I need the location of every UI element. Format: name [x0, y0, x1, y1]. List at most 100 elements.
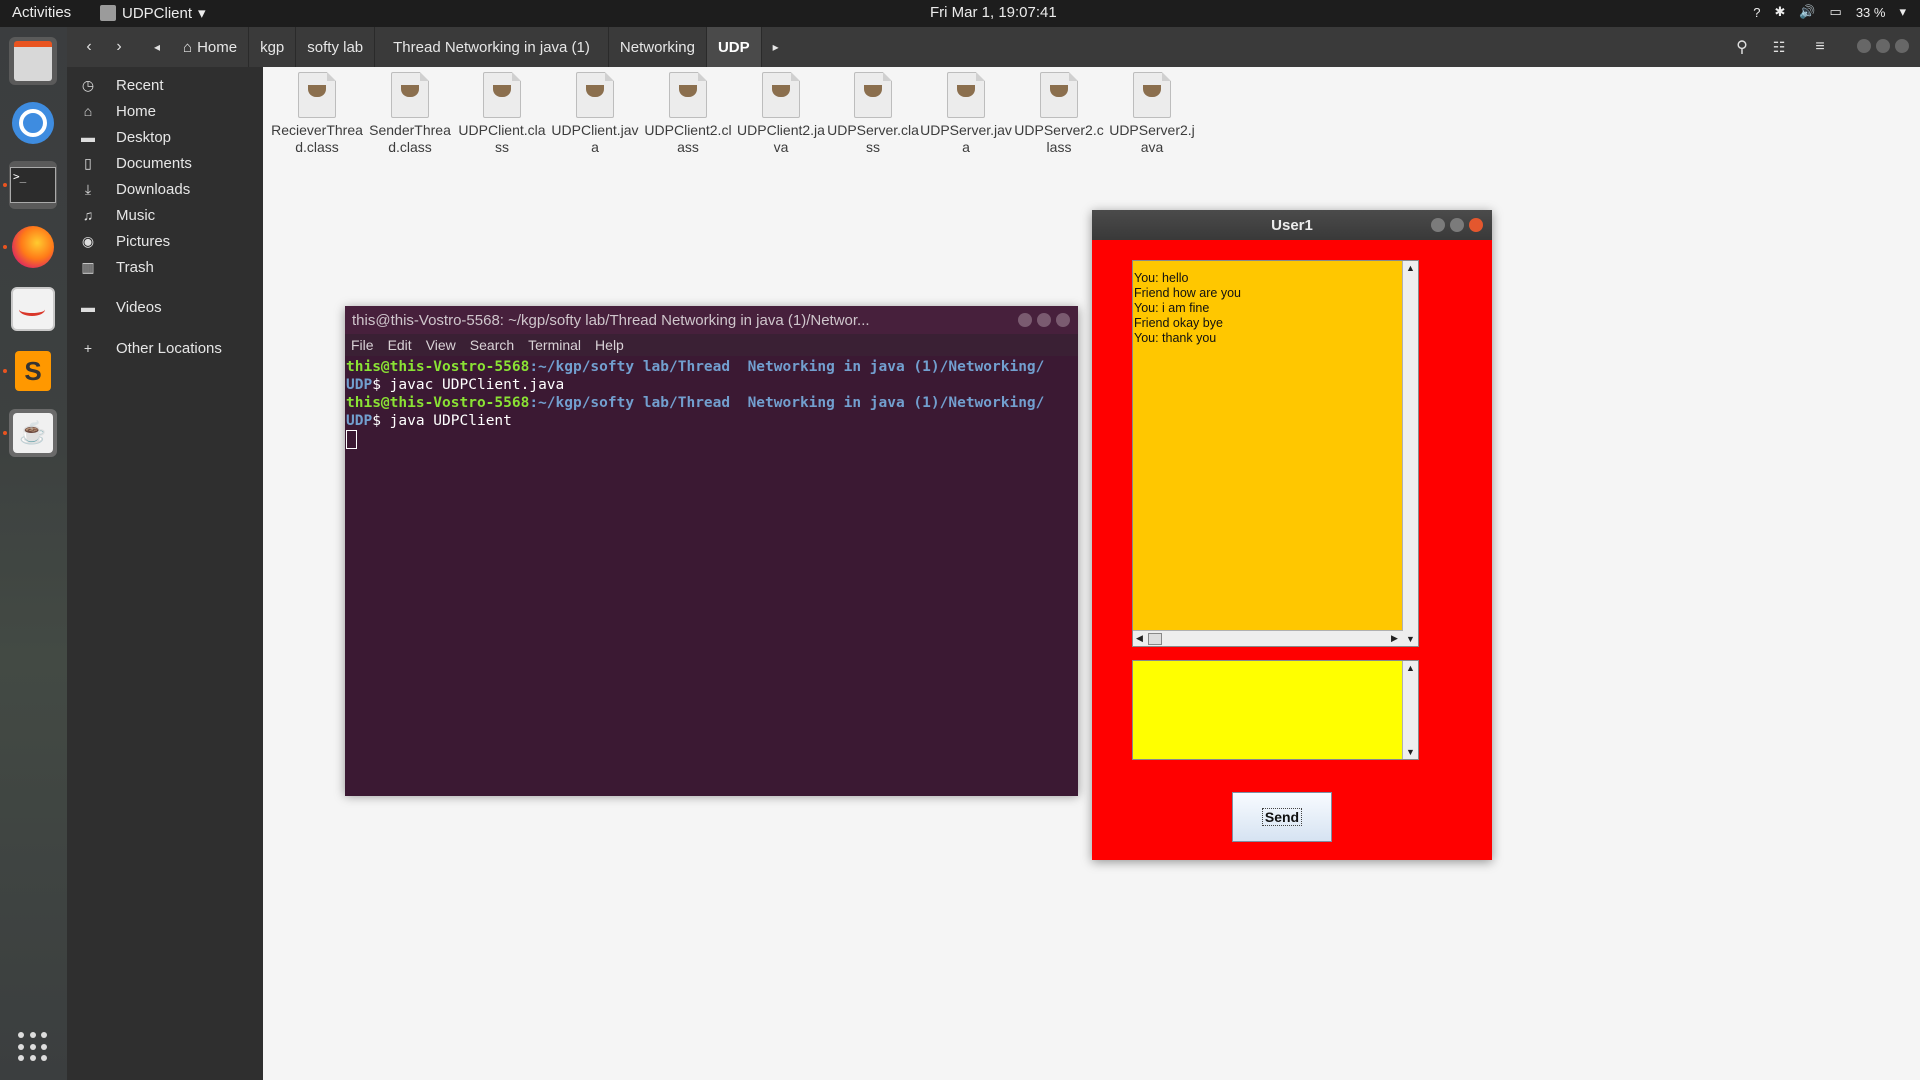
menu-view[interactable]: View — [426, 337, 456, 353]
text-editor-icon[interactable] — [9, 285, 57, 333]
view-options-icon[interactable]: ☷ — [1764, 33, 1794, 61]
firefox-icon[interactable] — [3, 223, 57, 271]
chat-horizontal-scrollbar[interactable]: ◀ ▶ — [1133, 630, 1403, 646]
terminal-cursor — [345, 430, 1078, 449]
file-item[interactable]: UDPServer2.java — [1106, 72, 1198, 156]
message-input[interactable]: ▲ ▼ — [1132, 660, 1419, 760]
battery-icon[interactable]: ▭ — [1830, 4, 1842, 20]
music-icon: ♫ — [82, 207, 94, 223]
chromium-icon[interactable] — [9, 99, 57, 147]
breadcrumb-thread-networking[interactable]: Thread Networking in java (1) — [375, 27, 609, 67]
system-tray[interactable]: ? ✱ 🔊 ▭ 33 % ▾ — [1753, 4, 1906, 20]
sublime-text-icon[interactable]: S — [3, 347, 57, 395]
close-button[interactable] — [1056, 313, 1070, 327]
scroll-up-arrow-icon[interactable]: ▲ — [1406, 663, 1415, 673]
bluetooth-icon[interactable]: ✱ — [1774, 4, 1785, 20]
terminal-line: this@this-Vostro-5568:~/kgp/softy lab/Th… — [346, 359, 1045, 375]
file-item[interactable]: RecieverThread.class — [271, 72, 363, 156]
activities-button[interactable]: Activities — [12, 4, 71, 21]
scroll-up-arrow-icon[interactable]: ▲ — [1406, 263, 1415, 273]
scroll-left-arrow-icon[interactable]: ◀ — [1136, 633, 1143, 643]
scroll-down-arrow-icon[interactable]: ▼ — [1406, 747, 1415, 757]
forward-button[interactable]: › — [105, 33, 133, 61]
breadcrumb-kgp[interactable]: kgp — [249, 27, 297, 67]
file-item[interactable]: UDPClient2.java — [735, 72, 827, 156]
java-file-icon — [1133, 72, 1171, 118]
chevron-down-icon[interactable]: ▾ — [1899, 4, 1906, 20]
chat-message: You: thank you — [1134, 331, 1217, 345]
close-button[interactable] — [1469, 218, 1483, 232]
sidebar-item-other-locations[interactable]: + Other Locations — [67, 335, 263, 361]
help-icon[interactable]: ? — [1753, 5, 1760, 20]
sidebar-item-documents[interactable]: ▯ Documents — [67, 150, 263, 176]
scroll-thumb[interactable] — [1148, 633, 1162, 645]
file-item[interactable]: UDPClient2.class — [642, 72, 734, 156]
user1-titlebar[interactable]: User1 — [1092, 210, 1492, 240]
sidebar-item-recent[interactable]: ◷ Recent — [67, 72, 263, 98]
breadcrumb-left-arrow-icon[interactable]: ◂ — [149, 33, 165, 61]
maximize-button[interactable] — [1037, 313, 1051, 327]
terminal-line: this@this-Vostro-5568:~/kgp/softy lab/Th… — [346, 395, 1045, 411]
file-item[interactable]: UDPClient.class — [456, 72, 548, 156]
volume-icon[interactable]: 🔊 — [1799, 4, 1815, 20]
menu-file[interactable]: File — [351, 337, 374, 353]
sidebar-item-pictures[interactable]: ◉ Pictures — [67, 228, 263, 254]
breadcrumb-softy-lab[interactable]: softy lab — [296, 27, 376, 67]
file-item[interactable]: UDPServer.class — [827, 72, 919, 156]
breadcrumb-networking[interactable]: Networking — [609, 27, 707, 67]
sidebar-item-music[interactable]: ♫ Music — [67, 202, 263, 228]
terminal-title: this@this-Vostro-5568: ~/kgp/softy lab/T… — [352, 311, 870, 329]
java-icon[interactable]: ☕ — [3, 409, 57, 457]
input-vertical-scrollbar[interactable]: ▲ ▼ — [1402, 661, 1418, 759]
close-button[interactable] — [1895, 39, 1909, 53]
battery-percent: 33 % — [1855, 4, 1886, 20]
java-file-icon — [854, 72, 892, 118]
terminal-icon[interactable]: >_ — [3, 161, 57, 209]
menu-search[interactable]: Search — [470, 337, 514, 353]
sidebar-item-trash[interactable]: ▥ Trash — [67, 254, 263, 280]
terminal-output[interactable]: this@this-Vostro-5568:~/kgp/softy lab/Th… — [345, 356, 1078, 796]
clock[interactable]: Fri Mar 1, 19:07:41 — [930, 4, 1057, 21]
app-menu[interactable]: UDPClient ▾ — [100, 4, 206, 22]
terminal-window[interactable]: this@this-Vostro-5568: ~/kgp/softy lab/T… — [345, 306, 1078, 796]
app-icon — [100, 5, 116, 21]
user1-window[interactable]: User1 You: hello Friend how are you You:… — [1092, 210, 1492, 860]
file-item[interactable]: UDPServer2.class — [1013, 72, 1105, 156]
trash-icon: ▥ — [81, 258, 95, 275]
sidebar-item-downloads[interactable]: ⤓ Downloads — [67, 176, 263, 202]
minimize-button[interactable] — [1431, 218, 1445, 232]
terminal-titlebar[interactable]: this@this-Vostro-5568: ~/kgp/softy lab/T… — [345, 306, 1078, 334]
back-button[interactable]: ‹ — [75, 33, 103, 61]
minimize-button[interactable] — [1857, 39, 1871, 53]
chat-message: Friend how are you — [1134, 286, 1242, 300]
breadcrumb-udp[interactable]: UDP — [706, 27, 762, 67]
chat-message: You: i am fine — [1134, 301, 1210, 315]
chat-message: Friend okay bye — [1134, 316, 1223, 330]
sidebar-item-home[interactable]: ⌂ Home — [67, 98, 263, 124]
menu-help[interactable]: Help — [595, 337, 624, 353]
file-item[interactable]: SenderThread.class — [364, 72, 456, 156]
maximize-button[interactable] — [1876, 39, 1890, 53]
menu-edit[interactable]: Edit — [388, 337, 412, 353]
chat-history[interactable]: You: hello Friend how are you You: i am … — [1132, 260, 1419, 647]
maximize-button[interactable] — [1450, 218, 1464, 232]
sidebar-item-desktop[interactable]: ▬ Desktop — [67, 124, 263, 150]
files-icon[interactable] — [9, 37, 57, 85]
scroll-right-arrow-icon[interactable]: ▶ — [1391, 633, 1398, 643]
minimize-button[interactable] — [1018, 313, 1032, 327]
chat-vertical-scrollbar[interactable]: ▲ ▼ — [1402, 261, 1418, 646]
search-icon[interactable]: ⚲ — [1727, 33, 1757, 61]
file-item[interactable]: UDPServer.java — [920, 72, 1012, 156]
sidebar-item-videos[interactable]: ▬ Videos — [67, 294, 263, 320]
app-name: UDPClient — [122, 4, 193, 22]
breadcrumb-right-arrow-icon[interactable]: ▸ — [762, 27, 790, 67]
file-item[interactable]: UDPClient.java — [549, 72, 641, 156]
show-applications-icon[interactable] — [18, 1032, 48, 1062]
scroll-down-arrow-icon[interactable]: ▼ — [1406, 634, 1415, 644]
java-file-icon — [1040, 72, 1078, 118]
send-button[interactable]: Send — [1232, 792, 1332, 842]
menu-terminal[interactable]: Terminal — [528, 337, 581, 353]
home-icon: ⌂ — [183, 38, 193, 56]
breadcrumb-home[interactable]: ⌂ Home — [172, 27, 250, 67]
menu-icon[interactable]: ≡ — [1805, 33, 1835, 61]
